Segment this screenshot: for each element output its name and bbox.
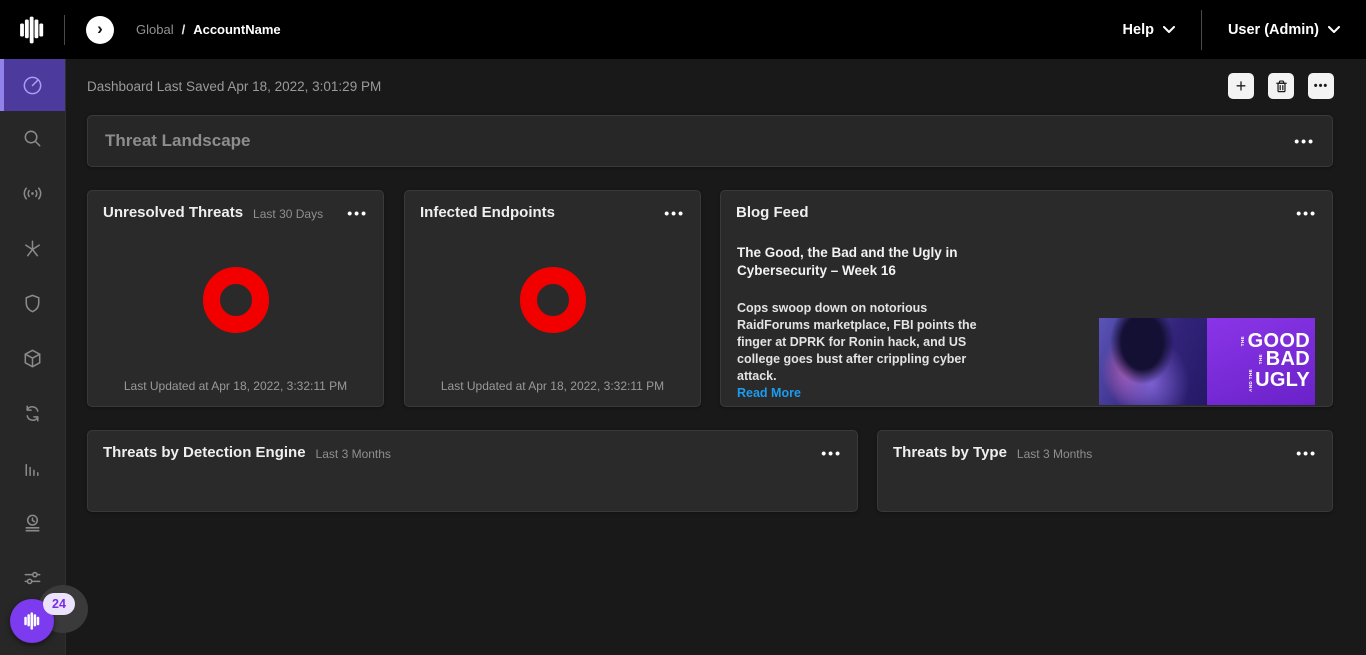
sync-icon xyxy=(21,402,44,425)
section-threat-landscape: Threat Landscape ••• xyxy=(87,115,1333,167)
card-more-button[interactable]: ••• xyxy=(347,206,368,220)
sentinelone-logo xyxy=(0,13,64,47)
dashboard-more-button[interactable]: ••• xyxy=(1308,73,1334,99)
section-more-button[interactable]: ••• xyxy=(1294,134,1315,148)
card-header: Infected Endpoints ••• xyxy=(405,191,700,221)
card-title: Blog Feed xyxy=(736,204,809,221)
card-header: Threats by Detection Engine Last 3 Month… xyxy=(88,431,857,461)
sentinelone-logo-icon xyxy=(15,13,49,47)
sidebar-item-tasks[interactable] xyxy=(0,496,65,551)
card-subtitle: Last 3 Months xyxy=(1017,447,1092,461)
card-title: Infected Endpoints xyxy=(420,204,555,221)
blog-image-title-panel: THE GOOD THE BAD AND THE UGLY xyxy=(1207,318,1315,405)
help-label: Help xyxy=(1123,22,1154,38)
blog-article-image[interactable]: THE GOOD THE BAD AND THE UGLY xyxy=(1099,318,1315,405)
blog-image-figure xyxy=(1099,318,1207,405)
sidebar-item-packages[interactable] xyxy=(0,331,65,386)
chevron-down-icon xyxy=(1328,26,1340,34)
dashboard-header: Dashboard Last Saved Apr 18, 2022, 3:01:… xyxy=(87,72,1334,100)
sidebar-expand-button[interactable]: › xyxy=(86,16,114,44)
clock-lines-icon xyxy=(21,512,44,535)
sidebar: 24 xyxy=(0,59,66,655)
card-more-button[interactable]: ••• xyxy=(1296,446,1317,460)
topbar-divider xyxy=(1201,10,1202,50)
card-more-button[interactable]: ••• xyxy=(1296,206,1317,220)
card-header: Threats by Type Last 3 Months ••• xyxy=(878,431,1332,461)
trash-icon xyxy=(1274,79,1289,94)
topbar-divider xyxy=(64,15,65,45)
read-more-link[interactable]: Read More xyxy=(737,386,801,400)
card-infected-endpoints: Infected Endpoints ••• Last Updated at A… xyxy=(404,190,701,407)
card-title: Threats by Type xyxy=(893,444,1007,461)
blog-image-small-word: THE xyxy=(1241,336,1246,346)
card-threats-by-detection-engine: Threats by Detection Engine Last 3 Month… xyxy=(87,430,858,512)
chevron-down-icon xyxy=(1163,26,1175,34)
last-updated-text: Last Updated at Apr 18, 2022, 3:32:11 PM xyxy=(405,379,700,406)
sidebar-item-reports[interactable] xyxy=(0,441,65,496)
blog-image-word: BAD xyxy=(1266,350,1310,369)
card-subtitle: Last 30 Days xyxy=(253,207,323,221)
card-header: Blog Feed ••• xyxy=(721,191,1332,221)
breadcrumb-global[interactable]: Global xyxy=(136,22,174,37)
article-excerpt: Cops swoop down on notorious RaidForums … xyxy=(737,300,989,385)
user-menu[interactable]: User (Admin) xyxy=(1228,22,1340,38)
sidebar-item-incidents[interactable] xyxy=(0,221,65,276)
broadcast-icon xyxy=(21,182,44,205)
add-widget-button[interactable]: + xyxy=(1228,73,1254,99)
card-subtitle: Last 3 Months xyxy=(316,447,391,461)
infected-endpoints-donut-chart[interactable] xyxy=(520,267,586,333)
notification-count-badge: 24 xyxy=(43,593,75,615)
dashboard-last-saved: Dashboard Last Saved Apr 18, 2022, 3:01:… xyxy=(87,79,381,94)
breadcrumb-account-name[interactable]: AccountName xyxy=(193,22,280,37)
donut-chart-zone xyxy=(88,221,383,379)
blog-image-small-word: AND THE xyxy=(1249,369,1254,392)
gauge-icon xyxy=(21,74,44,97)
sentinelone-logo-icon xyxy=(21,610,43,632)
plus-icon: + xyxy=(1236,77,1247,95)
breadcrumb-separator: / xyxy=(182,22,186,37)
unresolved-threats-donut-chart[interactable] xyxy=(203,267,269,333)
last-updated-text: Last Updated at Apr 18, 2022, 3:32:11 PM xyxy=(88,379,383,406)
ellipsis-icon: ••• xyxy=(1314,81,1329,92)
blog-image-small-word: THE xyxy=(1259,354,1264,364)
card-more-button[interactable]: ••• xyxy=(664,206,685,220)
bar-chart-icon xyxy=(21,457,44,480)
sidebar-item-policy[interactable] xyxy=(0,276,65,331)
donut-chart-zone xyxy=(405,221,700,379)
card-more-button[interactable]: ••• xyxy=(821,446,842,460)
top-bar: › Global / AccountName Help User (Admin) xyxy=(0,0,1366,59)
sidebar-item-sentinels[interactable] xyxy=(0,166,65,221)
card-blog-feed: Blog Feed ••• The Good, the Bad and the … xyxy=(720,190,1333,407)
delete-dashboard-button[interactable] xyxy=(1268,73,1294,99)
section-title: Threat Landscape xyxy=(105,131,251,151)
sidebar-item-dashboard[interactable] xyxy=(0,59,65,111)
sidebar-item-activity[interactable] xyxy=(0,386,65,441)
shield-icon xyxy=(21,292,44,315)
article-title: The Good, the Bad and the Ugly in Cybers… xyxy=(737,244,977,279)
card-title: Threats by Detection Engine xyxy=(103,444,306,461)
blog-image-word: UGLY xyxy=(1255,371,1310,390)
chevron-right-icon: › xyxy=(97,20,103,37)
card-threats-by-type: Threats by Type Last 3 Months ••• xyxy=(877,430,1333,512)
asterisk-icon xyxy=(21,237,44,260)
sliders-icon xyxy=(21,567,44,590)
package-box-icon xyxy=(21,347,44,370)
user-label: User (Admin) xyxy=(1228,22,1319,38)
main-content: Dashboard Last Saved Apr 18, 2022, 3:01:… xyxy=(66,59,1366,655)
dashboard-actions: + ••• xyxy=(1228,73,1334,99)
search-icon xyxy=(21,127,44,150)
sidebar-item-search[interactable] xyxy=(0,111,65,166)
card-unresolved-threats: Unresolved Threats Last 30 Days ••• Last… xyxy=(87,190,384,407)
blog-article: The Good, the Bad and the Ugly in Cybers… xyxy=(721,221,1332,406)
card-header: Unresolved Threats Last 30 Days ••• xyxy=(88,191,383,221)
fab-wrap: 24 xyxy=(10,599,54,643)
help-menu[interactable]: Help xyxy=(1123,22,1175,38)
breadcrumb: Global / AccountName xyxy=(136,22,281,37)
card-title: Unresolved Threats xyxy=(103,204,243,221)
